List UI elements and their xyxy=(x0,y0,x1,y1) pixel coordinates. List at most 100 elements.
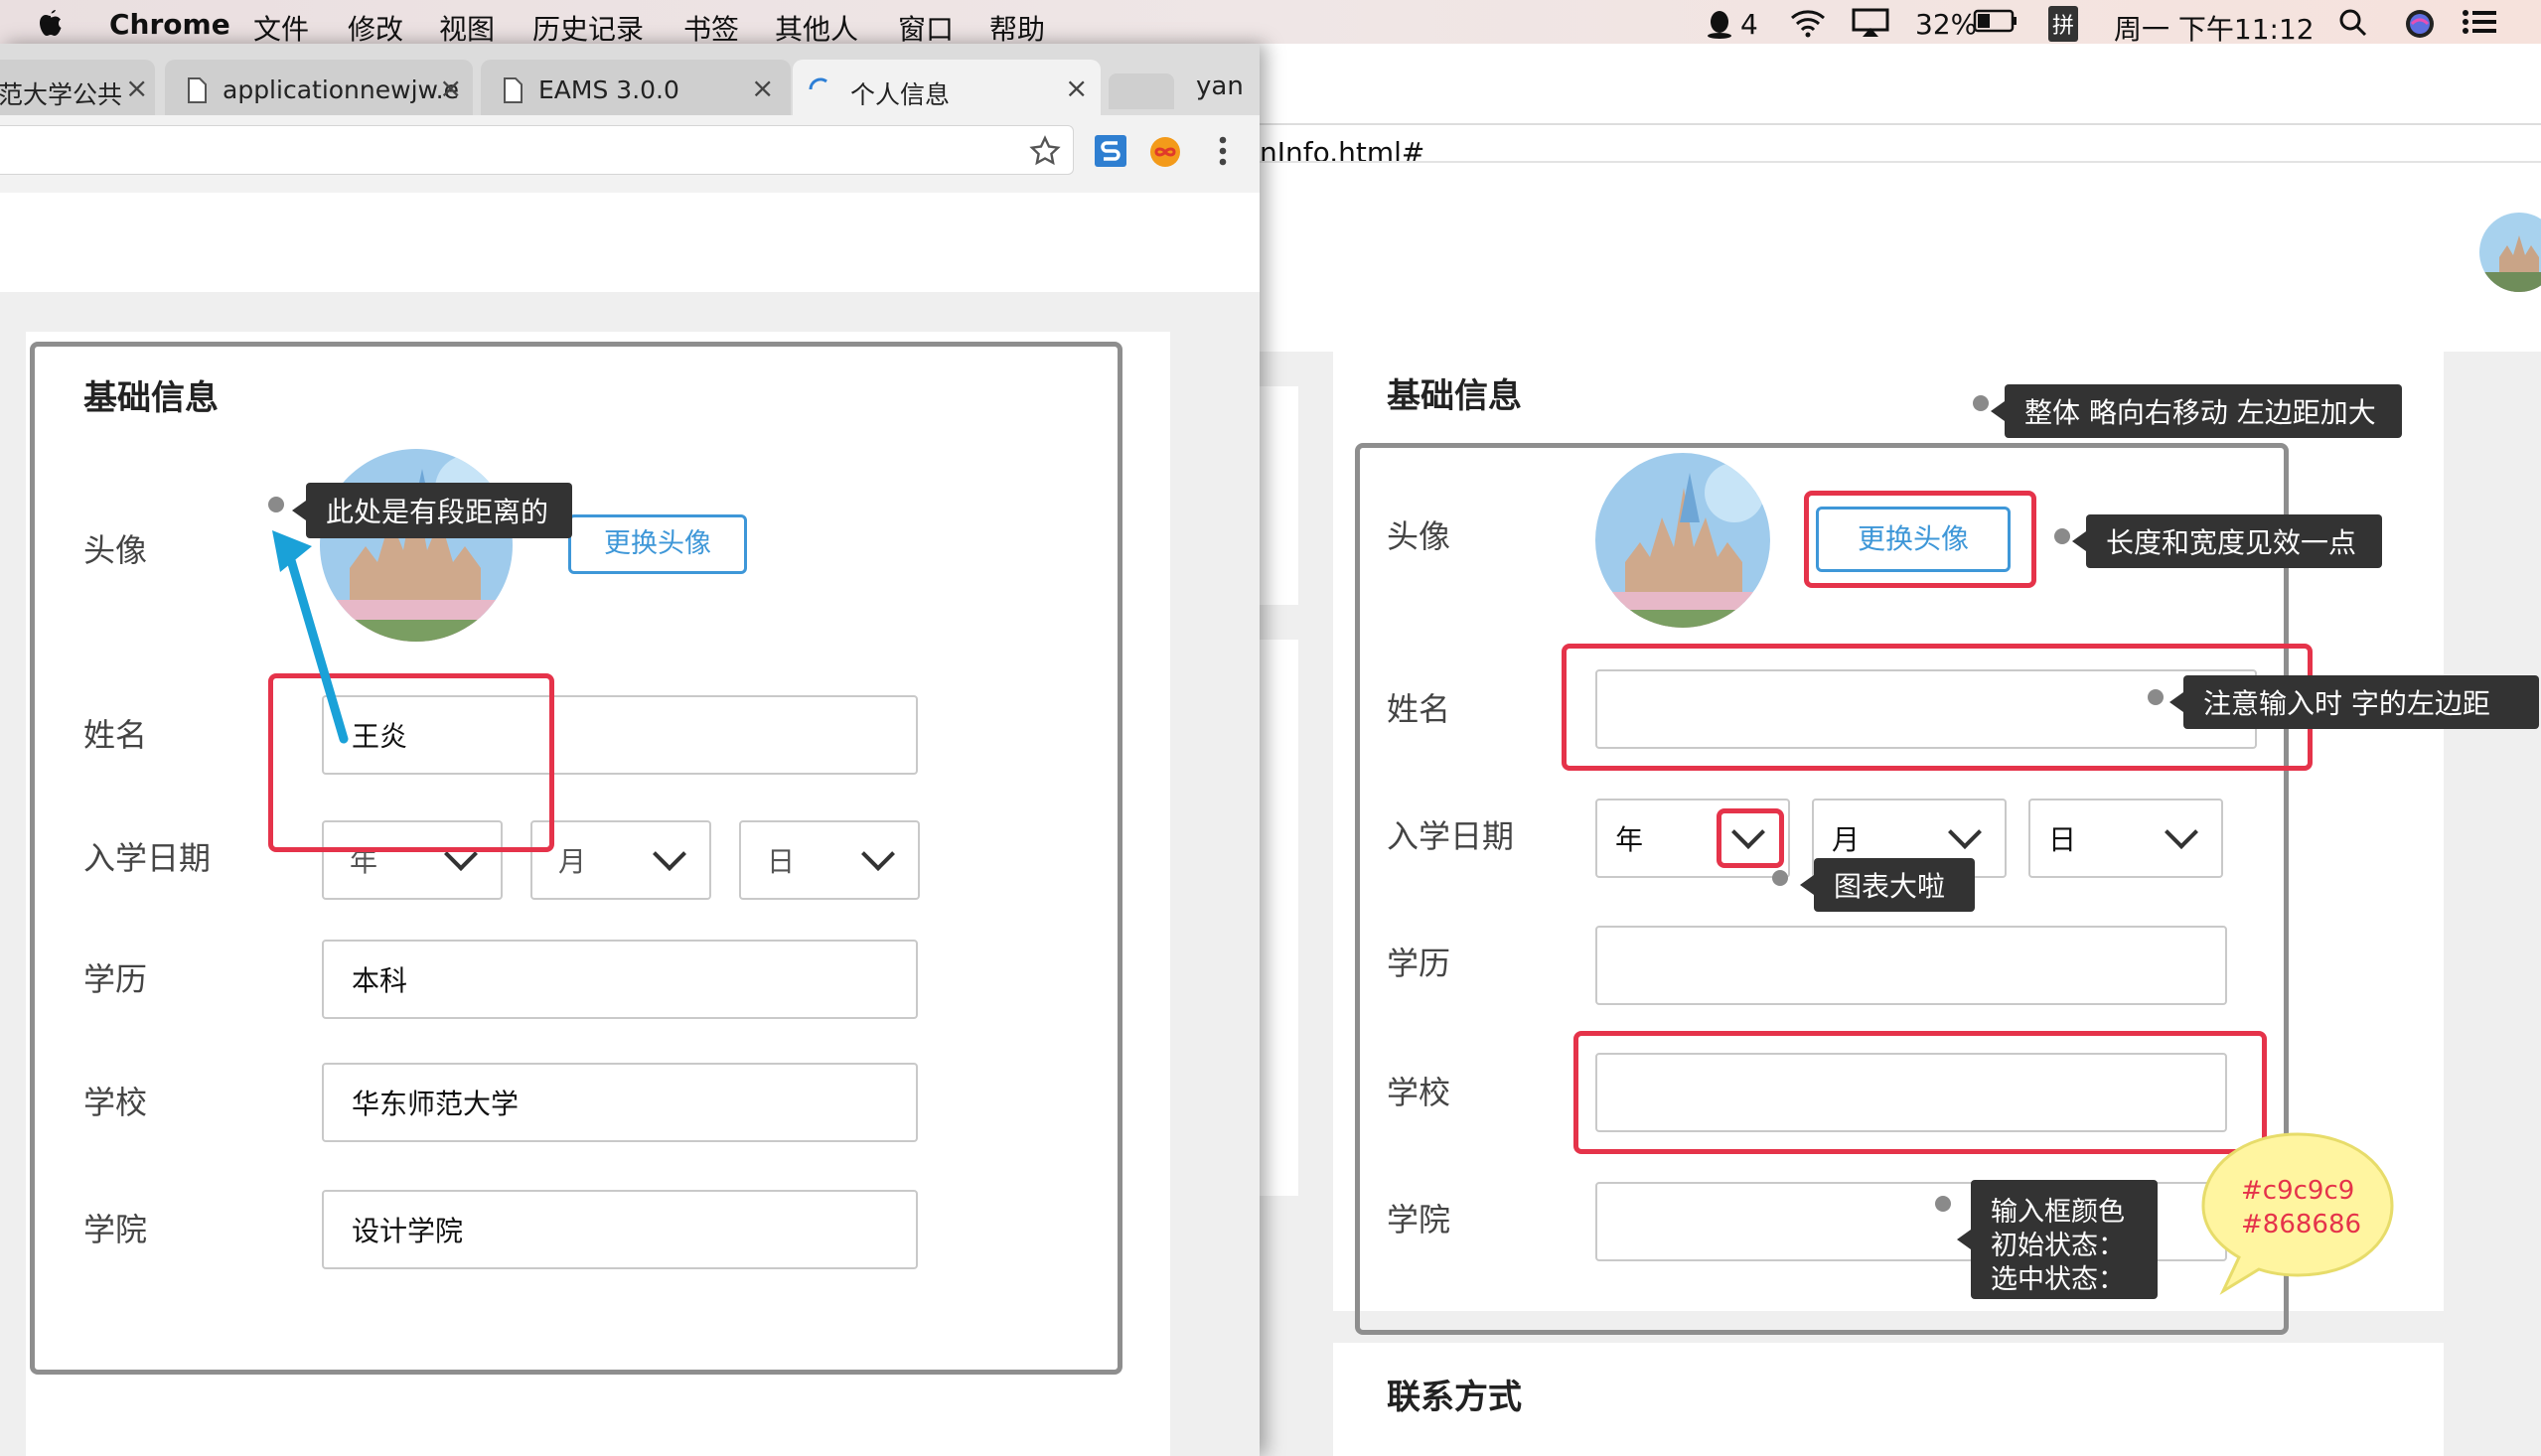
month-placeholder: 月 xyxy=(558,845,587,878)
annotation-move-right: 整体 略向右移动 左边距加大 xyxy=(1991,384,2402,438)
annotation-button-size: 长度和宽度见效一点 xyxy=(2072,514,2382,568)
qq-icon[interactable] xyxy=(1705,8,1734,47)
browser-window: 范大学公共 × applicationnewjw.e × EAMS 3.0.0 … xyxy=(0,44,1260,1456)
profile-name[interactable]: yan xyxy=(1196,73,1244,99)
annotation-dot xyxy=(2148,689,2164,705)
next-card xyxy=(26,1410,1170,1456)
chevron-down-icon xyxy=(2165,815,2198,849)
contact-title: 联系方式 xyxy=(1387,1378,1522,1417)
menu-history[interactable]: 历史记录 xyxy=(532,8,644,48)
tab-applicationnewjw[interactable]: applicationnewjw.e × xyxy=(165,60,473,115)
spotlight-search-icon[interactable] xyxy=(2338,8,2368,45)
omnibox[interactable] xyxy=(0,125,1074,175)
year-placeholder: 年 xyxy=(1615,823,1644,856)
menu-help[interactable]: 帮助 xyxy=(989,8,1045,48)
mockup-browser-window: nInfo.html# 基础信息 头像 更换头像 姓名 入学日期 年 月 日 学… xyxy=(1254,44,2541,1456)
annotation-input-color: 输入框颜色 初始状态： 选中状态： xyxy=(1957,1180,2158,1299)
document-icon xyxy=(187,77,207,107)
menubar-app-name[interactable]: Chrome xyxy=(109,8,230,41)
color-callout-bubble: #c9c9c9 #868686 xyxy=(2193,1126,2402,1299)
menu-bookmarks[interactable]: 书签 xyxy=(683,8,739,48)
new-tab-button[interactable] xyxy=(1109,73,1174,109)
degree-label: 学历 xyxy=(83,960,148,998)
month-select[interactable]: 月 xyxy=(530,820,711,900)
day-placeholder: 日 xyxy=(2048,823,2077,856)
college-label: 学院 xyxy=(1387,1201,1451,1238)
annotation-dot xyxy=(2054,528,2070,544)
address-bar-area xyxy=(1254,44,2541,125)
input-method-icon[interactable]: 拼 xyxy=(2048,6,2079,42)
annotation-input-padding: 注意输入时 字的左边距 xyxy=(2169,675,2539,729)
day-placeholder: 日 xyxy=(767,845,796,878)
school-label: 学校 xyxy=(83,1084,148,1121)
section-title: 基础信息 xyxy=(83,378,219,418)
annotation-dot xyxy=(1935,1196,1951,1212)
college-label: 学院 xyxy=(83,1211,148,1248)
college-input[interactable]: 设计学院 xyxy=(322,1190,918,1269)
highlight-chevron xyxy=(1717,808,1784,868)
wifi-icon[interactable] xyxy=(1788,8,1828,45)
school-input[interactable]: 华东师范大学 xyxy=(322,1063,918,1142)
annotation-icon-larger: 图表大啦 xyxy=(1800,858,1975,912)
menu-edit[interactable]: 修改 xyxy=(348,8,403,48)
close-icon[interactable]: × xyxy=(751,72,774,104)
degree-label: 学历 xyxy=(1387,945,1451,982)
degree-input[interactable] xyxy=(1595,926,2227,1005)
airplay-icon[interactable] xyxy=(1852,8,1889,45)
tab-eams[interactable]: EAMS 3.0.0 × xyxy=(481,60,791,115)
apple-icon[interactable] xyxy=(38,8,64,45)
tab-title: applicationnewjw.e xyxy=(223,75,460,104)
page-header xyxy=(1254,163,2541,352)
color-initial-value: #c9c9c9 xyxy=(2241,1176,2355,1206)
notification-center-icon[interactable] xyxy=(2462,8,2497,43)
menu-view[interactable]: 视图 xyxy=(439,8,495,48)
arrow-pointer-icon xyxy=(272,530,349,744)
tab-personal-info[interactable]: 个人信息 × xyxy=(793,60,1101,115)
month-placeholder: 月 xyxy=(1832,823,1861,856)
school-value: 华东师范大学 xyxy=(352,1088,520,1120)
day-select[interactable]: 日 xyxy=(739,820,920,900)
annotation-dot xyxy=(1973,395,1989,411)
highlight-change-avatar xyxy=(1804,491,2036,588)
more-menu-icon[interactable] xyxy=(1218,135,1228,171)
color-selected-value: #868686 xyxy=(2241,1210,2362,1239)
name-label: 姓名 xyxy=(1387,690,1451,728)
bookmark-star-icon[interactable] xyxy=(1029,135,1061,171)
enroll-date-label: 入学日期 xyxy=(1387,817,1515,855)
tab-title: EAMS 3.0.0 xyxy=(538,75,679,104)
tab-title: 范大学公共 xyxy=(0,80,123,109)
change-avatar-button[interactable]: 更换头像 xyxy=(568,514,747,574)
avatar-label: 头像 xyxy=(83,531,148,569)
tab-ecnu[interactable]: 范大学公共 × xyxy=(0,60,155,115)
close-icon[interactable]: × xyxy=(125,72,148,104)
close-icon[interactable]: × xyxy=(1065,72,1088,104)
close-icon[interactable]: × xyxy=(439,72,462,104)
menu-file[interactable]: 文件 xyxy=(253,8,309,48)
battery-icon[interactable] xyxy=(1973,8,2018,41)
annotation-dot xyxy=(1772,870,1788,886)
degree-value: 本科 xyxy=(352,964,408,997)
document-icon xyxy=(503,77,523,107)
menu-people[interactable]: 其他人 xyxy=(775,8,858,48)
siri-icon[interactable] xyxy=(2404,8,2436,47)
mac-menubar: Chrome 文件 修改 视图 历史记录 书签 其他人 窗口 帮助 4 32% … xyxy=(0,0,2541,48)
menubar-clock[interactable]: 周一 下午11:12 xyxy=(2114,8,2315,48)
day-select[interactable]: 日 xyxy=(2028,799,2223,878)
extension-infinity-icon[interactable] xyxy=(1148,135,1182,173)
degree-input[interactable]: 本科 xyxy=(322,940,918,1019)
menu-window[interactable]: 窗口 xyxy=(898,8,954,48)
avatar-label: 头像 xyxy=(1387,517,1451,555)
avatar-image xyxy=(1595,453,1770,628)
name-label: 姓名 xyxy=(83,716,148,754)
loading-spinner-icon xyxy=(807,75,834,107)
college-value: 设计学院 xyxy=(352,1215,464,1247)
chevron-down-icon xyxy=(861,837,895,871)
enroll-date-label: 入学日期 xyxy=(83,839,212,877)
tab-title: 个人信息 xyxy=(850,80,951,109)
extension-s-icon[interactable] xyxy=(1093,133,1128,173)
qq-count: 4 xyxy=(1740,8,1758,41)
highlight-school-input xyxy=(1573,1031,2267,1154)
school-label: 学校 xyxy=(1387,1074,1451,1111)
chevron-down-icon xyxy=(653,837,686,871)
section-title: 基础信息 xyxy=(1387,376,1522,416)
